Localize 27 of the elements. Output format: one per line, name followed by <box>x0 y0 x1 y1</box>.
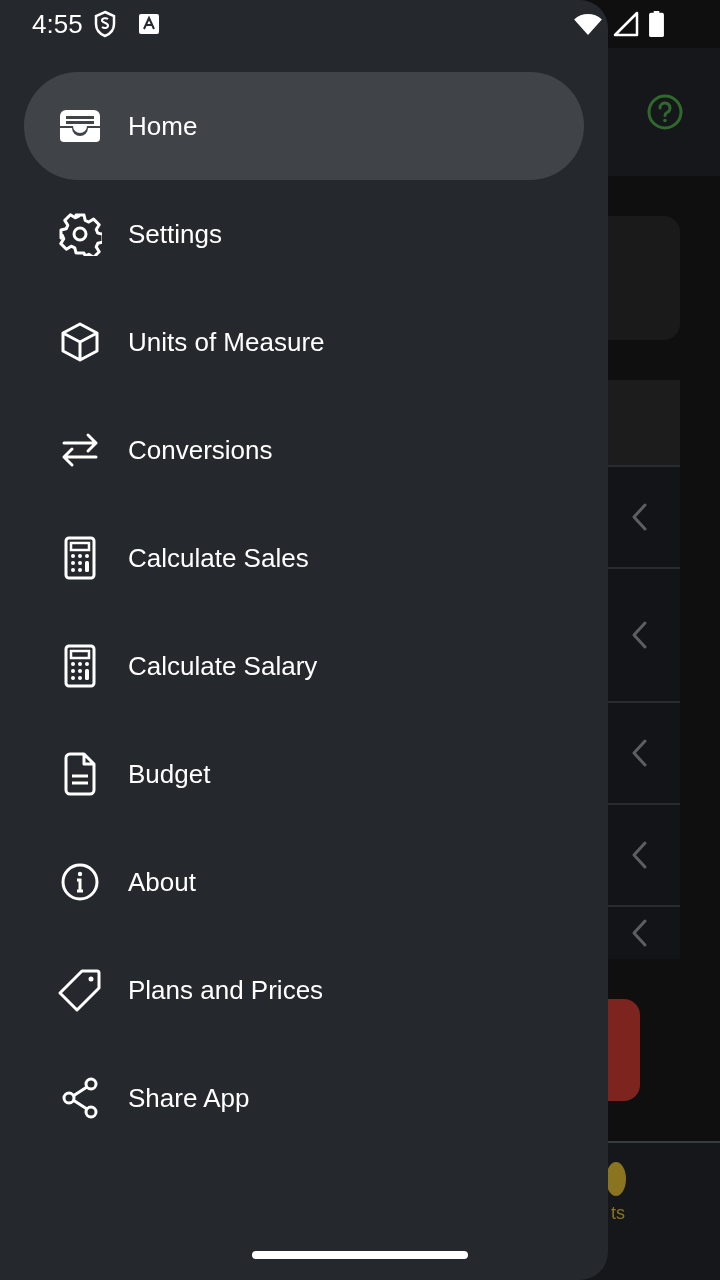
drawer-item[interactable]: About <box>24 828 584 936</box>
calculator-icon <box>64 536 96 580</box>
drawer-item[interactable]: Share App <box>24 1044 584 1152</box>
battery-icon <box>649 11 664 37</box>
signal-icon <box>613 11 639 37</box>
drawer-item[interactable]: Settings <box>24 180 584 288</box>
drawer-item[interactable]: Home <box>24 72 584 180</box>
info-icon <box>60 862 100 902</box>
shield-icon <box>92 10 117 38</box>
status-time: 4:55 <box>32 8 83 40</box>
cube-icon <box>59 321 101 363</box>
drawer-item[interactable]: Plans and Prices <box>24 936 584 1044</box>
tray-icon <box>58 108 102 144</box>
drawer-item[interactable]: Calculate Sales <box>24 504 584 612</box>
settings-icon <box>58 212 102 256</box>
share-icon <box>60 1077 100 1119</box>
drawer-item[interactable]: Conversions <box>24 396 584 504</box>
wifi-icon <box>573 12 603 36</box>
drawer-item[interactable]: Calculate Salary <box>24 612 584 720</box>
drawer-item[interactable]: Budget <box>24 720 584 828</box>
drawer-item[interactable]: Units of Measure <box>24 288 584 396</box>
tag-icon <box>58 968 102 1012</box>
calculator-icon <box>64 644 96 688</box>
keyboard-icon <box>138 14 159 34</box>
tab-label[interactable]: ts <box>611 1203 625 1224</box>
document-icon <box>62 752 98 796</box>
help-icon[interactable] <box>647 94 683 130</box>
